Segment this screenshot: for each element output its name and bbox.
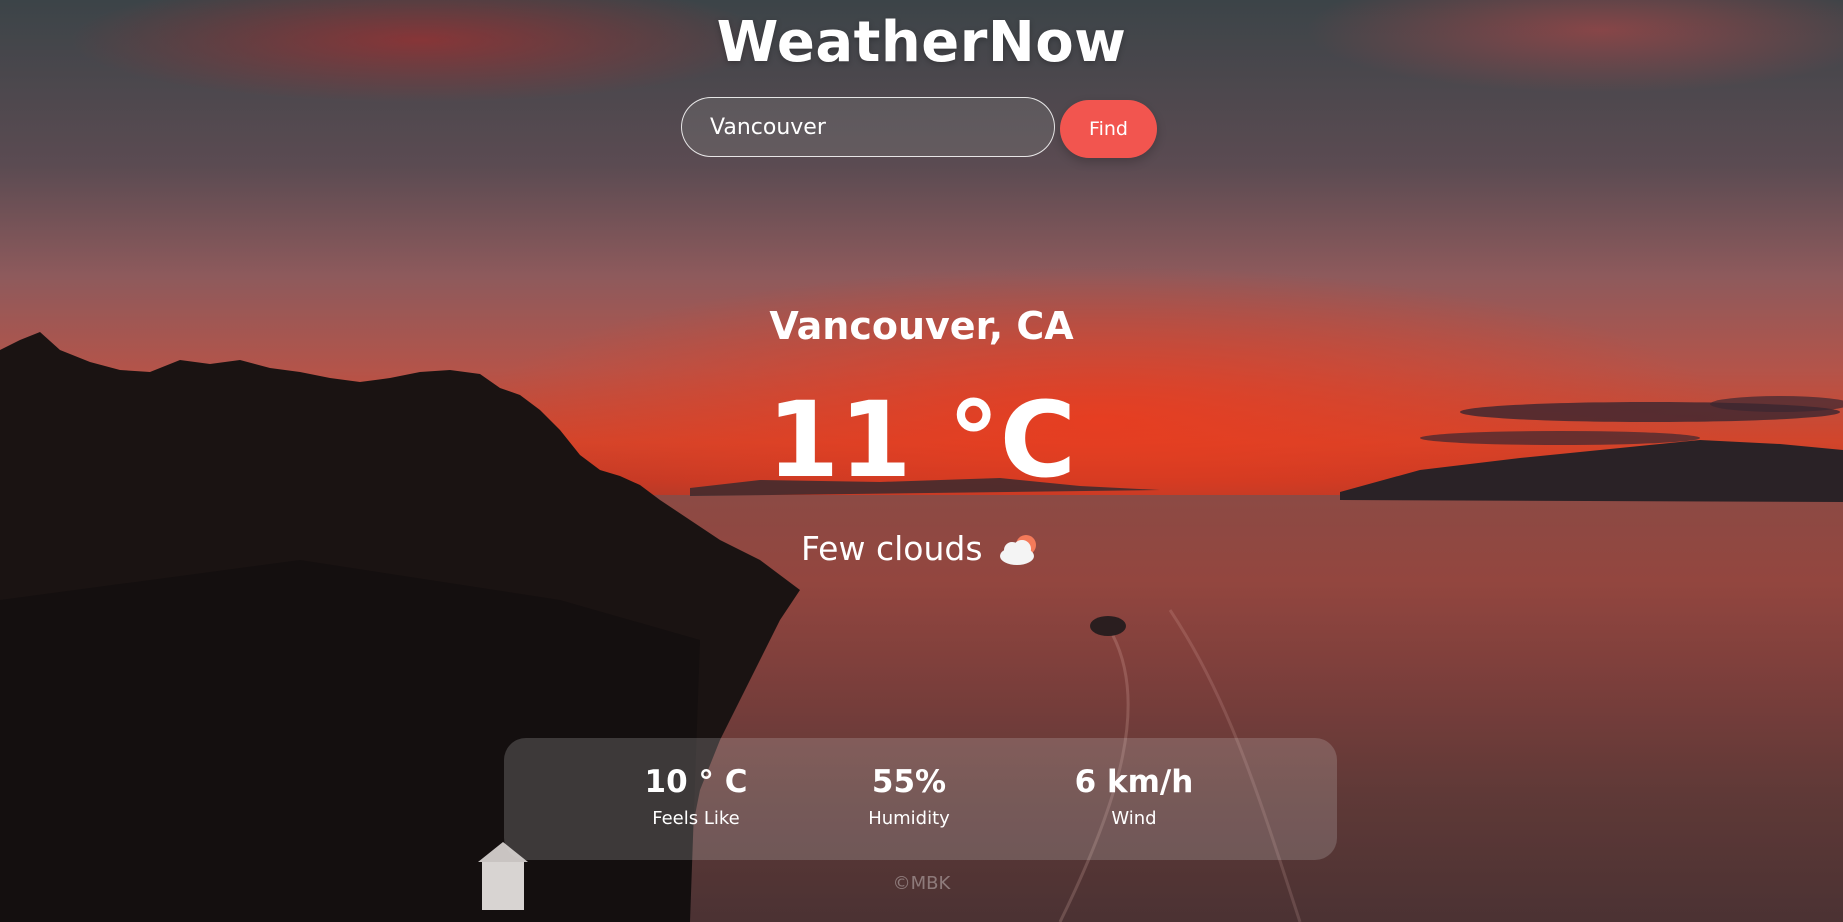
temperature-readout: 11 °C	[766, 379, 1077, 501]
humidity-stat: 55% Humidity	[809, 762, 1009, 829]
cloud-icon	[997, 532, 1041, 566]
wind-stat: 6 km/h Wind	[1034, 762, 1234, 829]
wind-value: 6 km/h	[1074, 764, 1194, 800]
wind-label: Wind	[1111, 808, 1157, 829]
footer-credit: ©MBK	[892, 873, 951, 894]
stats-panel: 10 ° C Feels Like 55% Humidity 6 km/h Wi…	[504, 738, 1337, 860]
app-title: WeatherNow	[716, 10, 1127, 75]
humidity-value: 55%	[871, 764, 947, 800]
humidity-label: Humidity	[868, 808, 950, 829]
weather-condition: Few clouds	[801, 529, 1041, 568]
feels-like-label: Feels Like	[652, 808, 740, 829]
weather-app: WeatherNow Find Vancouver, CA 11 °C Few …	[0, 0, 1843, 922]
location-label: Vancouver, CA	[769, 304, 1074, 348]
city-search-input[interactable]	[681, 97, 1055, 157]
condition-label: Few clouds	[801, 529, 983, 568]
find-button[interactable]: Find	[1060, 100, 1157, 158]
feels-like-stat: 10 ° C Feels Like	[596, 762, 796, 829]
feels-like-value: 10 ° C	[644, 764, 748, 800]
